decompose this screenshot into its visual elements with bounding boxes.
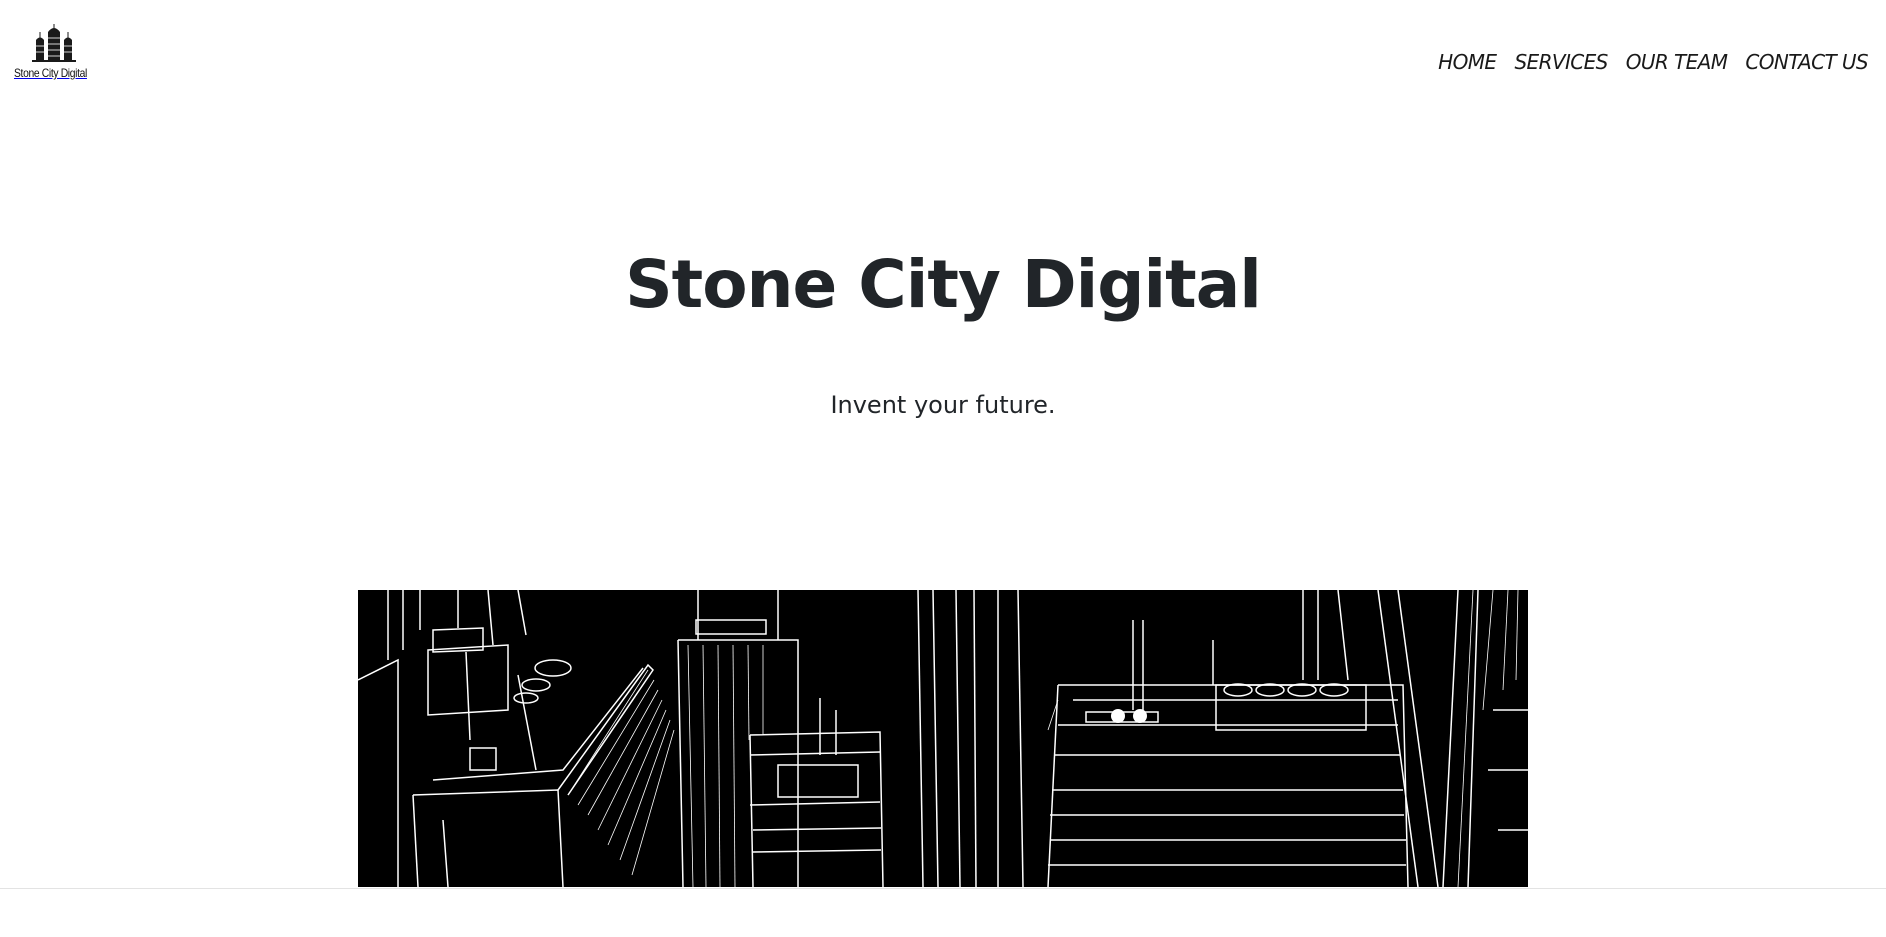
logo-text: Stone City Digital bbox=[14, 66, 87, 80]
hero-title: Stone City Digital bbox=[625, 246, 1262, 323]
nav-our-team-link[interactable]: OUR TEAM bbox=[1626, 50, 1728, 74]
hero-city-image bbox=[358, 590, 1528, 887]
nav-home-link[interactable]: HOME bbox=[1438, 50, 1497, 74]
nav-services-link[interactable]: SERVICES bbox=[1514, 50, 1608, 74]
brand-logo[interactable]: Stone City Digital bbox=[14, 24, 94, 92]
main-nav: HOME SERVICES OUR TEAM CONTACT US bbox=[1438, 50, 1868, 74]
hero-tagline: Invent your future. bbox=[830, 391, 1056, 419]
city-lineart-illustration bbox=[358, 590, 1528, 887]
bottom-divider bbox=[0, 888, 1886, 889]
nav-contact-us-link[interactable]: CONTACT US bbox=[1745, 50, 1868, 74]
city-skyline-icon bbox=[32, 24, 76, 62]
